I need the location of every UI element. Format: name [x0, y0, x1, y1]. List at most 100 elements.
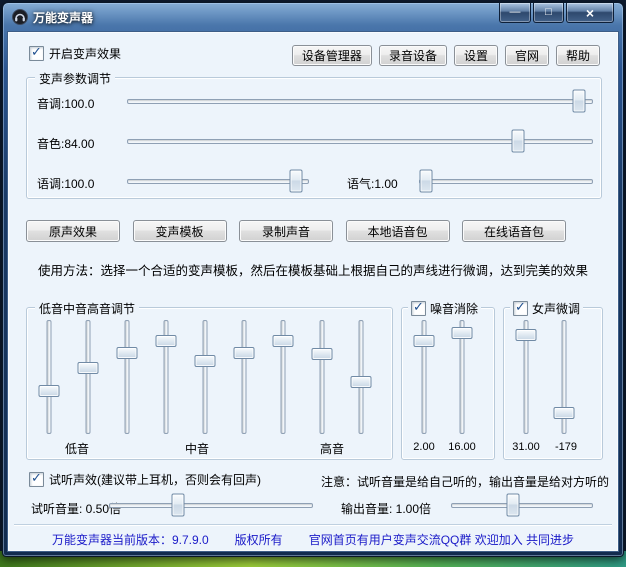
- eq-slider-thumb[interactable]: [312, 348, 333, 360]
- minimize-icon: —: [510, 7, 521, 18]
- noise-removal-group: 噪音消除 2.00 16.00: [401, 307, 495, 460]
- eq-slider[interactable]: [351, 320, 371, 434]
- eq-slider-track[interactable]: [125, 320, 130, 434]
- eq-slider[interactable]: [39, 320, 59, 434]
- tone-slider-thumb[interactable]: [419, 170, 432, 193]
- female-value-2: -179: [544, 441, 588, 453]
- output-volume-slider-thumb[interactable]: [507, 494, 520, 517]
- pitch-slider-thumb[interactable]: [573, 90, 586, 113]
- enable-voice-checkbox-box[interactable]: [29, 46, 44, 61]
- noise-removal-checkbox-box[interactable]: [411, 301, 426, 316]
- timbre-slider[interactable]: [127, 130, 593, 152]
- eq-slider-thumb[interactable]: [39, 385, 60, 397]
- close-icon: ×: [586, 6, 594, 20]
- recording-devices-button[interactable]: 录音设备: [379, 45, 447, 66]
- eq-slider-track[interactable]: [320, 320, 325, 434]
- headphones-app-icon: [12, 9, 28, 25]
- eq-slider[interactable]: [78, 320, 98, 434]
- output-volume-label: 输出音量: 1.00倍: [341, 500, 431, 517]
- eq-slider-thumb[interactable]: [351, 376, 372, 388]
- enable-voice-checkbox-label: 开启变声效果: [49, 45, 121, 62]
- mid-label: 中音: [185, 440, 209, 457]
- pitch-label: 音调:100.0: [37, 95, 94, 112]
- eq-slider[interactable]: [156, 320, 176, 434]
- intonation-label: 语调:100.0: [37, 175, 94, 192]
- pitch-slider[interactable]: [127, 90, 593, 112]
- noise-removal-checkbox[interactable]: 噪音消除: [408, 300, 481, 317]
- eq-slider[interactable]: [117, 320, 137, 434]
- voice-params-group: 变声参数调节 音调:100.0 音色:84.00 语: [26, 77, 602, 199]
- noise-slider-2[interactable]: [452, 320, 472, 434]
- client-area: 开启变声效果 设备管理器 录音设备 设置 官网 帮助 变声参数调节 音调:100…: [7, 31, 619, 552]
- intonation-tone-row: 语调:100.0 语气:1.00: [37, 170, 595, 192]
- statusbar: 万能变声器当前版本：9.7.9.0 版权所有 官网首页有用户变声交流QQ群 欢迎…: [8, 531, 618, 548]
- toolbar: 设备管理器 录音设备 设置 官网 帮助: [292, 45, 600, 66]
- eq-slider[interactable]: [234, 320, 254, 434]
- online-voice-pack-button[interactable]: 在线语音包: [462, 220, 566, 242]
- noise-slider-1-thumb[interactable]: [414, 335, 435, 347]
- maximize-icon: □: [545, 7, 552, 18]
- website-button[interactable]: 官网: [505, 45, 549, 66]
- minimize-button[interactable]: —: [499, 3, 531, 23]
- eq-slider-thumb[interactable]: [78, 362, 99, 374]
- female-slider-1-thumb[interactable]: [516, 329, 537, 341]
- voice-params-group-title: 变声参数调节: [35, 70, 115, 87]
- monitor-checkbox[interactable]: 试听声效(建议带上耳机，否则会有回声): [29, 471, 261, 488]
- help-button[interactable]: 帮助: [556, 45, 600, 66]
- desktop-background: 万能变声器 — □ × 开启变声效果 设备管理器 录音设: [0, 0, 626, 567]
- preview-volume-slider-thumb[interactable]: [172, 494, 185, 517]
- output-volume-slider-track[interactable]: [451, 503, 593, 508]
- monitor-checkbox-box[interactable]: [29, 472, 44, 487]
- timbre-slider-thumb[interactable]: [512, 130, 525, 153]
- noise-removal-checkbox-label: 噪音消除: [430, 300, 478, 317]
- pitch-slider-track[interactable]: [127, 99, 593, 104]
- caption-buttons: — □ ×: [499, 3, 614, 23]
- tone-slider[interactable]: [419, 170, 593, 192]
- noise-slider-1[interactable]: [414, 320, 434, 434]
- female-slider-2[interactable]: [554, 320, 574, 434]
- close-button[interactable]: ×: [566, 3, 614, 23]
- female-slider-2-thumb[interactable]: [554, 407, 575, 419]
- intonation-slider-track[interactable]: [127, 179, 309, 184]
- eq-slider-track[interactable]: [47, 320, 52, 434]
- pitch-row: 音调:100.0: [37, 90, 595, 112]
- version-text: 万能变声器当前版本：9.7.9.0: [52, 531, 209, 548]
- eq-slider-track[interactable]: [86, 320, 91, 434]
- volume-note: 注意：试听音量是给自己听的，输出音量是给对方听的: [321, 473, 609, 490]
- record-voice-button[interactable]: 录制声音: [239, 220, 333, 242]
- female-voice-checkbox[interactable]: 女声微调: [510, 300, 583, 317]
- eq-slider[interactable]: [312, 320, 332, 434]
- monitor-checkbox-label: 试听声效(建议带上耳机，否则会有回声): [49, 471, 261, 488]
- tone-label: 语气:1.00: [347, 175, 398, 192]
- output-volume-slider[interactable]: [451, 494, 593, 516]
- original-voice-button[interactable]: 原声效果: [26, 220, 120, 242]
- noise-slider-2-thumb[interactable]: [452, 327, 473, 339]
- titlebar[interactable]: 万能变声器 — □ ×: [3, 3, 623, 31]
- local-voice-pack-button[interactable]: 本地语音包: [346, 220, 450, 242]
- preview-volume-slider-track[interactable]: [109, 503, 313, 508]
- maximize-button[interactable]: □: [533, 3, 564, 23]
- eq-slider-thumb[interactable]: [156, 335, 177, 347]
- eq-slider-thumb[interactable]: [117, 347, 138, 359]
- female-voice-checkbox-label: 女声微调: [532, 300, 580, 317]
- intonation-slider-thumb[interactable]: [290, 170, 303, 193]
- intonation-slider[interactable]: [127, 170, 309, 192]
- female-voice-checkbox-box[interactable]: [513, 301, 528, 316]
- eq-slider-thumb[interactable]: [273, 335, 294, 347]
- female-slider-1[interactable]: [516, 320, 536, 434]
- eq-slider-track[interactable]: [203, 320, 208, 434]
- tone-slider-track[interactable]: [419, 179, 593, 184]
- eq-slider[interactable]: [195, 320, 215, 434]
- eq-slider-track[interactable]: [242, 320, 247, 434]
- bass-label: 低音: [65, 440, 89, 457]
- settings-button[interactable]: 设置: [454, 45, 498, 66]
- timbre-label: 音色:84.00: [37, 135, 94, 152]
- usage-instructions: 使用方法：选择一个合适的变声模板，然后在模板基础上根据自己的声线进行微调，达到完…: [38, 260, 588, 279]
- voice-template-button[interactable]: 变声模板: [133, 220, 227, 242]
- enable-voice-checkbox[interactable]: 开启变声效果: [29, 45, 121, 62]
- preview-volume-slider[interactable]: [109, 494, 313, 516]
- eq-slider-thumb[interactable]: [234, 347, 255, 359]
- eq-slider[interactable]: [273, 320, 293, 434]
- device-manager-button[interactable]: 设备管理器: [292, 45, 372, 66]
- eq-slider-thumb[interactable]: [195, 355, 216, 367]
